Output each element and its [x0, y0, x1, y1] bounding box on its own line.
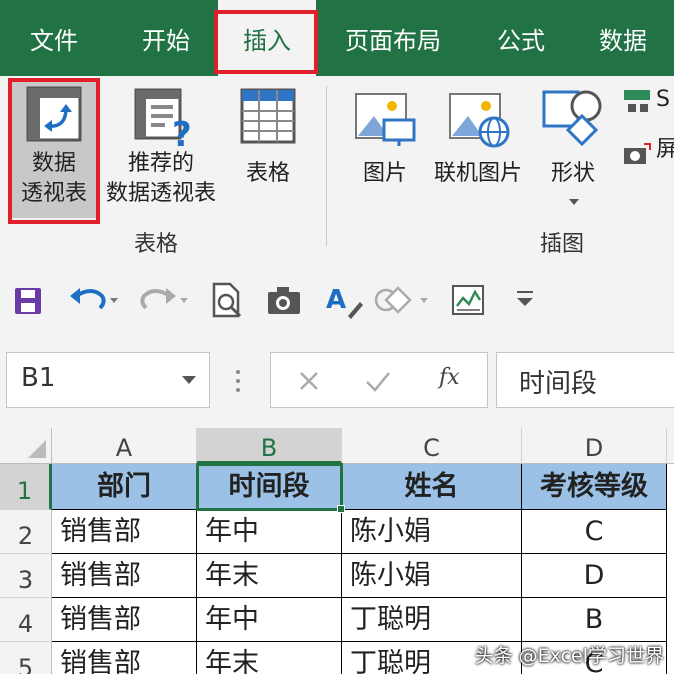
watermark: 头条 @Excel学习世界: [474, 645, 664, 667]
chart-sparkline-icon[interactable]: [450, 278, 486, 322]
table-icon: [240, 88, 296, 144]
table-button[interactable]: 表格: [232, 80, 304, 218]
column-header-a[interactable]: A: [52, 428, 197, 464]
pictures-label: 图片: [362, 161, 407, 186]
cell-a4[interactable]: 销售部: [52, 598, 197, 642]
cell-c1[interactable]: 姓名: [342, 464, 522, 510]
cell-a2[interactable]: 销售部: [52, 510, 197, 554]
column-header-d[interactable]: D: [522, 428, 667, 464]
select-all-corner[interactable]: [0, 428, 52, 464]
tab-data[interactable]: 数据: [586, 0, 660, 76]
fill-handle[interactable]: [337, 505, 345, 513]
group-divider: [326, 86, 327, 246]
insert-tab-highlight: [214, 10, 318, 74]
cell-c2[interactable]: 陈小娟: [342, 510, 522, 554]
formula-buttons: fx: [270, 352, 488, 408]
insert-function-icon[interactable]: fx: [439, 365, 460, 390]
quick-access-toolbar: A: [0, 262, 674, 336]
cell-c3[interactable]: 陈小娟: [342, 554, 522, 598]
cell-b2[interactable]: 年中: [197, 510, 342, 554]
customize-toolbar-icon[interactable]: [512, 278, 538, 322]
tab-page-layout[interactable]: 页面布局: [338, 0, 448, 76]
recommended-pivot-label-line1: 推荐的: [127, 151, 194, 176]
shape-format-icon[interactable]: [372, 278, 434, 322]
cell-b4[interactable]: 年中: [197, 598, 342, 642]
column-header-c[interactable]: C: [342, 428, 522, 464]
cell-b5[interactable]: 年末: [197, 642, 342, 674]
formula-input[interactable]: 时间段: [496, 352, 674, 408]
formula-bar: B1 fx 时间段: [0, 336, 674, 428]
cancel-icon[interactable]: [295, 367, 323, 395]
cell-a3[interactable]: 销售部: [52, 554, 197, 598]
cell-d4[interactable]: B: [522, 598, 667, 642]
cell-d3[interactable]: D: [522, 554, 667, 598]
online-pictures-label: 联机图片: [433, 161, 522, 186]
print-preview-icon[interactable]: [210, 278, 246, 322]
cell-c4[interactable]: 丁聪明: [342, 598, 522, 642]
svg-text:A: A: [326, 285, 346, 315]
tab-home[interactable]: 开始: [124, 0, 208, 76]
redo-icon[interactable]: [136, 278, 192, 322]
cell-d1[interactable]: 考核等级: [522, 464, 667, 510]
pivot-table-highlight: [8, 78, 100, 224]
online-pictures-button[interactable]: 联机图片: [428, 80, 528, 218]
row-header-2[interactable]: 2: [0, 510, 52, 554]
name-box-dropdown-icon[interactable]: [181, 375, 197, 385]
online-pictures-icon: [449, 93, 510, 148]
pictures-icon: [355, 93, 416, 146]
formula-input-value: 时间段: [519, 369, 598, 399]
enter-icon[interactable]: [363, 367, 393, 395]
pictures-button[interactable]: 图片: [350, 80, 420, 218]
screenshot-icon: [624, 143, 651, 164]
camera-icon[interactable]: [266, 278, 302, 322]
cell-b3[interactable]: 年末: [197, 554, 342, 598]
cell-b1[interactable]: 时间段: [196, 463, 343, 511]
save-icon[interactable]: [12, 278, 44, 322]
shapes-dropdown-icon: [569, 199, 579, 205]
menu-tab-bar: 文件 开始 插入 页面布局 公式 数据: [0, 0, 674, 76]
formula-bar-grip-icon[interactable]: [234, 368, 242, 394]
illustrations-group-label: 插图: [540, 232, 585, 257]
cell-a1[interactable]: 部门: [52, 464, 197, 510]
smartart-button[interactable]: S: [620, 84, 674, 118]
screenshot-label: 屏: [656, 137, 674, 162]
table-label: 表格: [245, 161, 290, 186]
row-header-1[interactable]: 1: [0, 464, 52, 510]
recommended-pivot-label-line2: 数据透视表: [105, 181, 216, 206]
cell-a5[interactable]: 销售部: [52, 642, 197, 674]
row-header-5[interactable]: 5: [0, 642, 52, 674]
cell-d2[interactable]: C: [522, 510, 667, 554]
smartart-icon: [624, 90, 650, 112]
recommended-pivot-button[interactable]: ? 推荐的 数据透视表: [100, 80, 222, 218]
row-header-4[interactable]: 4: [0, 598, 52, 642]
shapes-button[interactable]: 形状: [538, 80, 608, 218]
text-style-icon[interactable]: A: [324, 278, 364, 322]
svg-text:?: ?: [172, 115, 192, 148]
worksheet-grid: A B C D 1 2 3 4 5 部门 时间段 姓名 考核等级 销售部 年中 …: [0, 428, 674, 674]
name-box[interactable]: B1: [6, 352, 210, 408]
column-header-b[interactable]: B: [197, 428, 342, 464]
screenshot-button[interactable]: 屏: [620, 134, 674, 168]
shapes-label: 形状: [550, 161, 595, 186]
select-all-triangle-icon: [28, 440, 46, 458]
tab-file[interactable]: 文件: [12, 0, 96, 76]
row-header-3[interactable]: 3: [0, 554, 52, 598]
smartart-label: S: [656, 87, 670, 112]
column-header-e[interactable]: [667, 428, 674, 464]
undo-icon[interactable]: [66, 278, 122, 322]
recommended-pivot-icon: ?: [134, 88, 192, 148]
tables-group-label: 表格: [134, 232, 179, 257]
tab-formulas[interactable]: 公式: [484, 0, 558, 76]
name-box-value: B1: [21, 363, 56, 393]
ribbon: 数据 透视表 ? 推荐的 数据透视表 表格 表格 图片 联机图片 形状 S 屏 …: [0, 76, 674, 262]
shapes-icon: [542, 90, 602, 147]
